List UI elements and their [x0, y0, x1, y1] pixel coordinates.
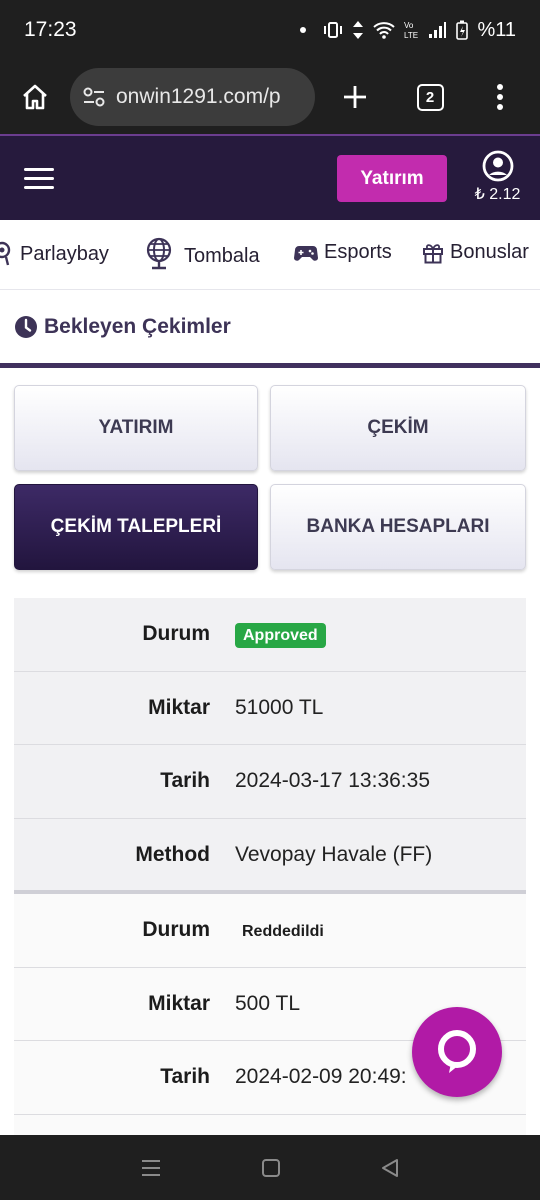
- withdraw-requests-tab-button[interactable]: ÇEKİM TALEPLERİ: [14, 484, 258, 570]
- battery-icon: [456, 20, 469, 40]
- gift-icon: [423, 243, 443, 263]
- account-button[interactable]: ₺ 2.12: [470, 150, 525, 204]
- status-badge: Reddedildi: [242, 923, 324, 941]
- data-arrows-icon: [353, 21, 364, 39]
- recent-apps-icon[interactable]: [140, 1159, 162, 1177]
- volte-icon: VoLTE: [404, 21, 418, 40]
- record-row-method: Method Vevopay Havale (FF): [14, 819, 526, 893]
- record-row-status: Durum Reddedildi: [14, 894, 526, 968]
- balance-text: ₺ 2.12: [474, 186, 521, 203]
- status-time: 17:23: [24, 18, 77, 41]
- battery-percent: %11: [477, 18, 516, 41]
- android-nav-bar: [0, 1135, 540, 1200]
- status-label: Durum: [142, 918, 210, 942]
- browser-menu-button[interactable]: [465, 83, 535, 111]
- method-label: Method: [135, 843, 210, 867]
- clock-icon: [15, 315, 37, 338]
- date-label: Tarih: [160, 769, 210, 793]
- category-label: Tombala: [184, 244, 260, 267]
- record-row-status: Durum Approved: [14, 598, 526, 672]
- status-badge: Approved: [235, 623, 326, 649]
- user-circle-icon: [482, 150, 513, 182]
- withdrawal-record: Durum Approved Miktar 51000 TL Tarih 202…: [14, 598, 526, 892]
- record-row-date: Tarih 2024-03-17 13:36:35: [14, 745, 526, 819]
- chat-bubble-icon: [438, 1030, 476, 1073]
- category-label: Bonuslar: [450, 241, 529, 263]
- globe-icon: [146, 237, 172, 270]
- method-value: Vevopay Havale (FF): [235, 843, 433, 867]
- category-nav: Parlaybay Tombala Esports Bonuslar: [0, 220, 540, 290]
- screen: 17:23 Vo LTE %11 onwin1291.com/p 2 Yatır…: [0, 0, 540, 1200]
- status-value: Reddedildi: [235, 918, 324, 942]
- record-row-amount: Miktar 51000 TL: [14, 672, 526, 745]
- amount-label: Miktar: [148, 695, 210, 719]
- bank-accounts-tab-button[interactable]: BANKA HESAPLARI: [270, 484, 526, 570]
- category-parlaybay[interactable]: Parlaybay: [0, 241, 109, 267]
- section-title: Bekleyen Çekimler: [44, 314, 231, 338]
- address-bar[interactable]: onwin1291.com/p: [70, 68, 315, 126]
- date-value: 2024-02-09 20:49:: [235, 1065, 407, 1089]
- home-square-icon[interactable]: [261, 1158, 281, 1178]
- wifi-icon: [373, 22, 396, 39]
- deposit-button[interactable]: Yatırım: [337, 155, 447, 202]
- live-chat-button[interactable]: [412, 1007, 502, 1097]
- url-text: onwin1291.com/p: [116, 85, 281, 108]
- hamburger-menu-icon[interactable]: [24, 167, 54, 189]
- svg-text:Vo: Vo: [404, 21, 414, 30]
- category-bonuslar[interactable]: Bonuslar: [422, 241, 529, 264]
- status-bar: 17:23 Vo LTE %11: [0, 0, 540, 60]
- status-label: Durum: [142, 622, 210, 646]
- site-header: Yatırım ₺ 2.12: [0, 134, 540, 220]
- svg-text:LTE: LTE: [404, 31, 418, 40]
- date-label: Tarih: [160, 1065, 210, 1089]
- category-label: Parlaybay: [20, 242, 109, 265]
- date-value: 2024-03-17 13:36:35: [235, 769, 430, 793]
- signal-icon: [429, 22, 447, 38]
- vibrate-icon: [324, 22, 343, 38]
- tab-switcher-button[interactable]: 2: [395, 83, 465, 111]
- new-tab-button[interactable]: [315, 84, 395, 110]
- status-value: Approved: [235, 622, 326, 649]
- category-tombala[interactable]: Tombala: [142, 237, 260, 271]
- category-esports[interactable]: Esports: [294, 241, 392, 264]
- new-tab-plus-icon: [344, 86, 366, 108]
- tab-switcher-icon: 2: [416, 83, 444, 111]
- amount-value: 500 TL: [235, 991, 300, 1015]
- site-settings-icon[interactable]: [82, 86, 106, 108]
- withdraw-tab-button[interactable]: ÇEKİM: [270, 385, 526, 471]
- home-button[interactable]: [0, 82, 70, 112]
- amount-value: 51000 TL: [235, 695, 324, 719]
- notification-dot-icon: [300, 27, 307, 33]
- section-header: Bekleyen Çekimler: [0, 290, 540, 368]
- deposit-tab-button[interactable]: YATIRIM: [14, 385, 258, 471]
- category-label: Esports: [324, 241, 392, 263]
- back-triangle-icon[interactable]: [380, 1158, 400, 1178]
- browser-toolbar: onwin1291.com/p 2: [0, 60, 540, 134]
- parlay-icon: [0, 241, 11, 266]
- home-icon: [23, 84, 47, 110]
- record-row-method: [14, 1115, 526, 1136]
- more-vert-icon: [497, 84, 503, 110]
- status-icons: Vo LTE %11: [300, 19, 516, 42]
- amount-label: Miktar: [148, 991, 210, 1015]
- gamepad-icon: [294, 245, 318, 261]
